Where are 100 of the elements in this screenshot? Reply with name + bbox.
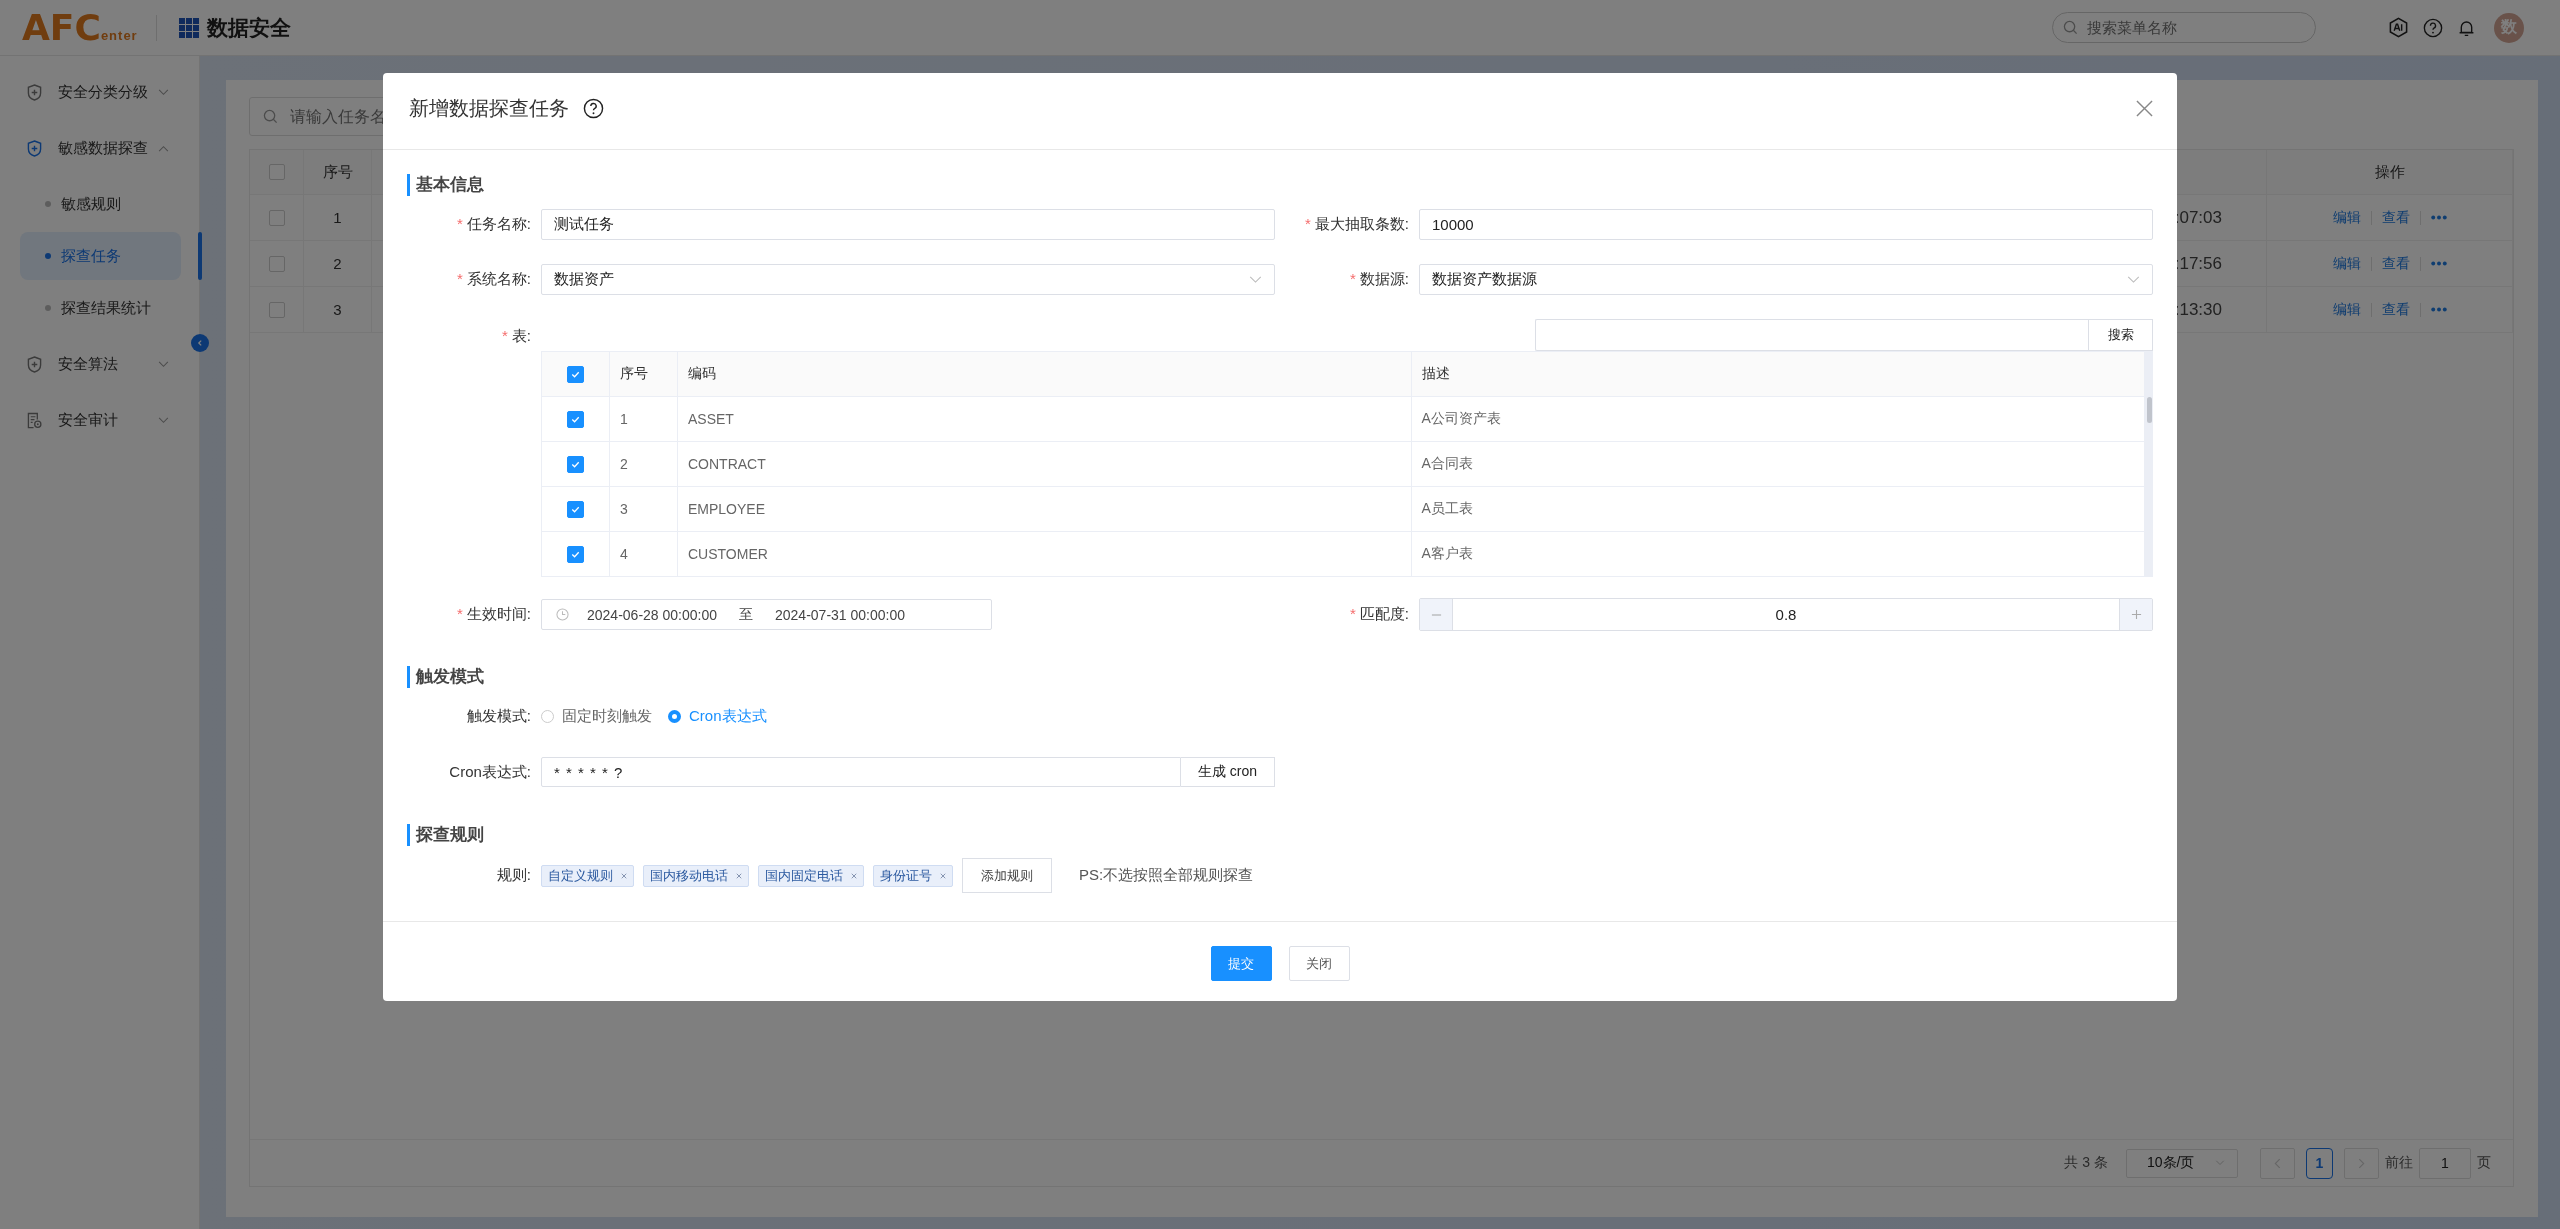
checkbox[interactable] [567,500,584,518]
table-cell: :13:30 [2174,299,2222,320]
required-mark: * [502,327,508,344]
close-icon[interactable] [940,872,946,879]
chevron-down-icon [158,88,169,96]
sidebar-item[interactable]: 安全审计 [0,392,199,448]
chevron-up-icon [158,144,169,152]
date-range-field[interactable]: 2024-06-28 00:00:00 至 2024-07-31 00:00:00 [541,599,992,630]
sidebar-item[interactable]: 敏感数据探查 [0,120,199,176]
table-cell: 1 [333,209,342,226]
field-label: 匹配度: [1359,605,1409,622]
minus-icon [1430,613,1442,616]
required-mark: * [457,215,463,232]
field-label: 最大抽取条数: [1314,215,1409,232]
scrollbar-thumb[interactable] [2147,397,2152,423]
chevron-down-icon [2127,276,2140,283]
datasource-select[interactable]: 数据资产数据源 [1419,264,2153,295]
rule-tag[interactable]: 国内固定电话 [758,864,864,887]
sidebar-subitem[interactable]: 敏感规则 [20,180,181,228]
table-cell: A员工表 [1421,500,1473,518]
action-link[interactable]: 查看 [2381,300,2410,319]
sidebar-item[interactable]: 安全分类分级 [0,64,199,120]
submit-button[interactable]: 提交 [1210,946,1272,981]
checkbox[interactable] [268,255,285,272]
shield-icon [27,355,42,373]
checkbox[interactable] [567,410,584,428]
table-cell: ASSET [688,411,734,427]
section-heading: 探查规则 [407,824,2153,846]
table-cell: 2 [333,255,342,272]
shield-icon [27,139,42,157]
system-select[interactable]: 数据资产 [541,264,1275,295]
table-cell: 3 [620,501,628,517]
sidebar-subitem[interactable]: 探查结果统计 [20,284,181,332]
rule-tag[interactable]: 身份证号 [873,864,953,887]
table-search-field[interactable] [1535,319,2088,351]
generate-cron-button[interactable]: 生成 cron [1181,757,1275,787]
collapse-button[interactable] [191,334,209,352]
rule-tag[interactable]: 国内移动电话 [643,864,749,887]
goto-label: 前往 [2385,1154,2413,1172]
table-cell: :07:03 [2174,207,2222,228]
more-icon[interactable] [2430,261,2447,266]
menu-search-field[interactable]: 搜索菜单名称 [2052,12,2316,43]
action-link[interactable]: 编辑 [2332,300,2361,319]
rule-tag[interactable]: 自定义规则 [541,864,634,887]
chevron-down-icon [158,416,169,424]
search-button[interactable]: 搜索 [2088,319,2153,351]
document-icon [27,411,42,429]
table-cell: A客户表 [1421,545,1473,563]
add-rule-button[interactable]: 添加规则 [962,858,1052,893]
column-header: 描述 [1421,365,1450,383]
column-header: 序号 [620,365,648,383]
table-cell: EMPLOYEE [688,501,766,517]
close-icon[interactable] [736,872,742,879]
chevron-left-icon [2274,1157,2281,1169]
field-label: 触发模式: [466,706,531,724]
column-header: 序号 [304,150,372,194]
table-cell: 1 [620,411,628,427]
column-header: 编码 [688,365,716,383]
column-header: 操作 [2267,150,2513,194]
section-heading: 触发模式 [407,666,2153,688]
section-heading: 基本信息 [407,174,2153,196]
goto-page-field[interactable]: 1 [2419,1147,2471,1179]
action-link[interactable]: 编辑 [2332,254,2361,273]
field-label: 生效时间: [466,605,531,622]
page-size-select[interactable]: 10条/页 [2126,1148,2238,1178]
task-name-field[interactable]: 测试任务 [541,209,1275,240]
app-grid-icon[interactable] [178,17,199,38]
field-label: Cron表达式: [449,762,531,780]
active-indicator [198,232,202,280]
close-button[interactable]: 关闭 [1288,946,1350,981]
close-icon[interactable] [851,872,857,879]
checkbox[interactable] [268,301,285,318]
close-icon[interactable] [2136,99,2153,117]
search-icon [2063,20,2078,35]
action-link[interactable]: 查看 [2381,208,2410,227]
page-suffix: 页 [2477,1154,2491,1172]
table-cell: CUSTOMER [688,546,768,562]
field-label: 任务名称: [466,215,531,232]
max-rows-field[interactable]: 10000 [1419,209,2153,240]
checkbox[interactable] [567,455,584,473]
cron-field[interactable]: * * * * * ? [541,757,1181,787]
action-link[interactable]: 查看 [2381,254,2410,273]
checkbox[interactable] [567,365,584,383]
help-icon[interactable] [583,97,604,119]
more-icon[interactable] [2430,307,2447,312]
page-button[interactable]: 1 [2306,1147,2333,1179]
action-link[interactable]: 编辑 [2332,208,2361,227]
radio-option[interactable]: Cron表达式 [668,706,767,726]
checkbox[interactable] [567,545,584,563]
field-label: 数据源: [1359,270,1409,287]
radio-option[interactable]: 固定时刻触发 [541,706,652,726]
table-cell: A合同表 [1421,455,1473,473]
checkbox[interactable] [268,209,285,226]
required-mark: * [457,605,463,622]
close-icon[interactable] [621,872,627,879]
more-icon[interactable] [2430,215,2447,220]
table-cell: 2 [620,456,628,472]
plus-icon [2130,609,2142,620]
checkbox[interactable] [268,164,285,180]
ai-icon[interactable] [2388,17,2409,38]
